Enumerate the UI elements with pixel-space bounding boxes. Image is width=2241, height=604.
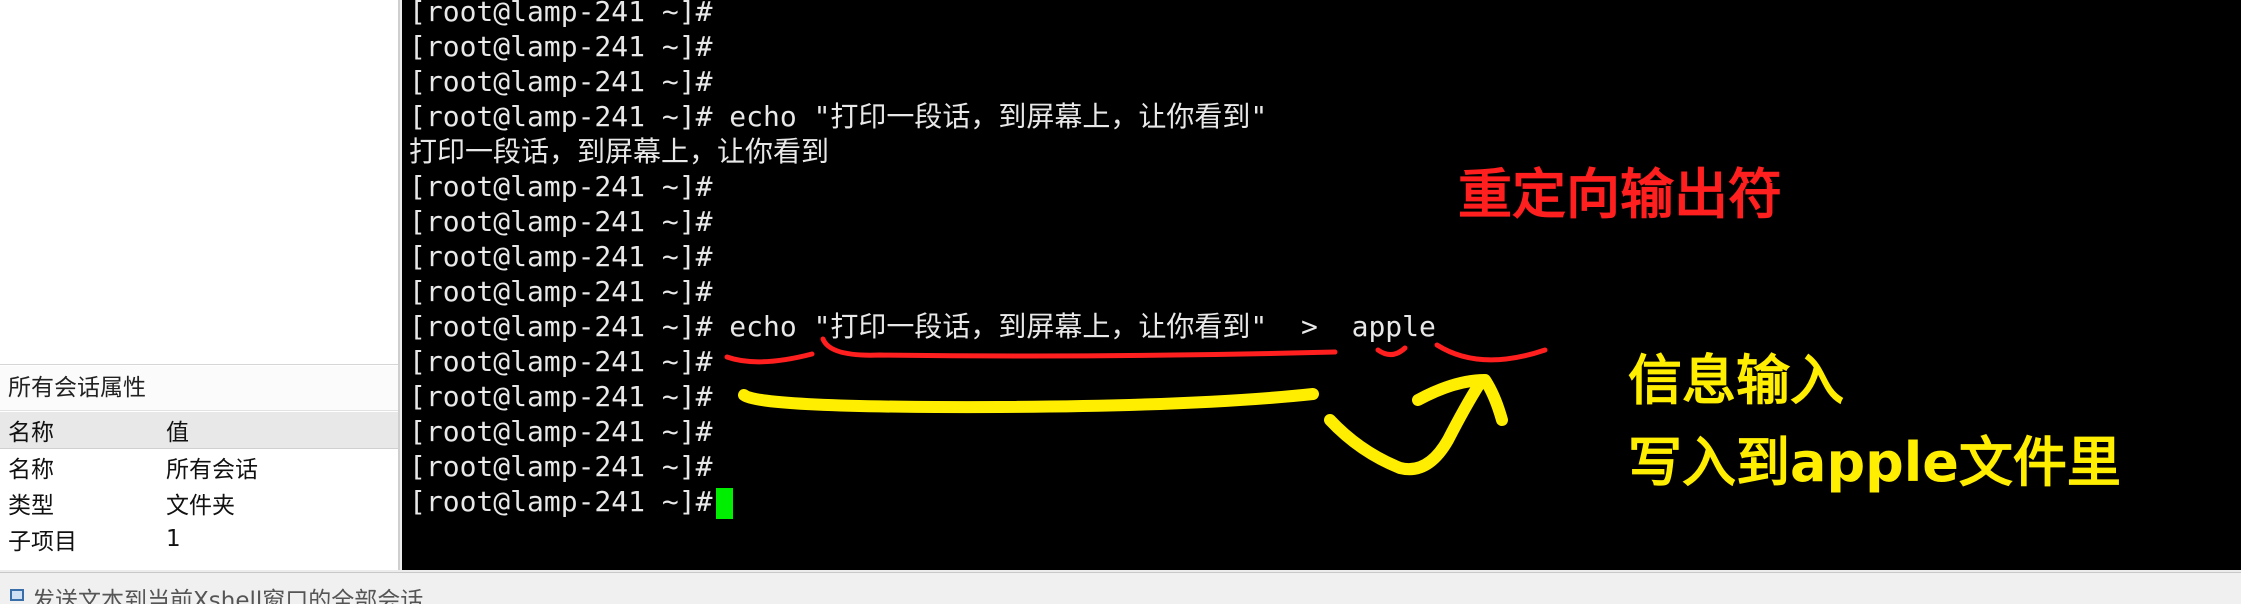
terminal-line: [root@lamp-241 ~]# — [409, 345, 713, 378]
terminal-line: [root@lamp-241 ~]# — [409, 205, 713, 238]
terminal-output: [root@lamp-241 ~]# [root@lamp-241 ~]# [r… — [409, 0, 1436, 519]
terminal-line: [root@lamp-241 ~]# — [409, 170, 713, 203]
table-row: 名称 所有会话 — [0, 449, 398, 486]
terminal-line: [root@lamp-241 ~]# — [409, 240, 713, 273]
session-tree[interactable] — [0, 0, 398, 365]
terminal-line: [root@lamp-241 ~]# — [409, 415, 713, 448]
terminal-line: [root@lamp-241 ~]# — [409, 380, 713, 413]
annotation-write-line-1: 信息输入 — [1628, 349, 1844, 412]
terminal-current-line[interactable]: [root@lamp-241 ~]# — [409, 484, 1436, 519]
properties-table: 名称 值 名称 所有会话 类型 文件夹 子项目 1 — [0, 412, 398, 557]
terminal-line: [root@lamp-241 ~]# echo "打印一段话，到屏幕上，让你看到… — [409, 310, 1436, 343]
property-value: 1 — [166, 526, 181, 552]
property-value: 文件夹 — [166, 493, 235, 519]
property-name: 名称 — [8, 457, 54, 483]
annotation-write-label: 信息输入 写入到apple文件里 — [1628, 340, 2121, 504]
property-name: 类型 — [8, 493, 54, 519]
terminal-line: 打印一段话，到屏幕上，让你看到 — [409, 135, 830, 168]
terminal-line: [root@lamp-241 ~]# — [409, 450, 713, 483]
terminal-line: [root@lamp-241 ~]# — [409, 0, 713, 28]
compose-bar-placeholder: 发送文本到当前Xshell窗口的全部会话 — [32, 588, 424, 604]
terminal-line: [root@lamp-241 ~]# — [409, 30, 713, 63]
terminal-prompt: [root@lamp-241 ~]# — [409, 485, 713, 518]
compose-bar[interactable]: 发送文本到当前Xshell窗口的全部会话 — [0, 572, 2241, 604]
property-value: 所有会话 — [166, 457, 258, 483]
terminal-line: [root@lamp-241 ~]# — [409, 275, 713, 308]
send-text-icon[interactable] — [10, 589, 24, 601]
properties-title: 所有会话属性 — [0, 366, 398, 411]
annotation-write-line-2: 写入到apple文件里 — [1628, 431, 2121, 494]
column-header-value[interactable]: 值 — [158, 412, 398, 449]
annotation-redirect-label: 重定向输出符 — [1458, 163, 1782, 226]
terminal-line: [root@lamp-241 ~]# echo "打印一段话，到屏幕上，让你看到… — [409, 100, 1268, 133]
column-header-name[interactable]: 名称 — [0, 412, 158, 449]
table-row: 子项目 1 — [0, 521, 398, 557]
property-name: 子项目 — [8, 529, 77, 555]
terminal-line: [root@lamp-241 ~]# — [409, 65, 713, 98]
session-manager-panel: 所有会话属性 名称 值 名称 所有会话 类型 文件夹 子项目 1 — [0, 0, 400, 570]
terminal-cursor — [716, 487, 734, 519]
table-row: 类型 文件夹 — [0, 485, 398, 521]
properties-header-row: 名称 值 — [0, 412, 398, 449]
